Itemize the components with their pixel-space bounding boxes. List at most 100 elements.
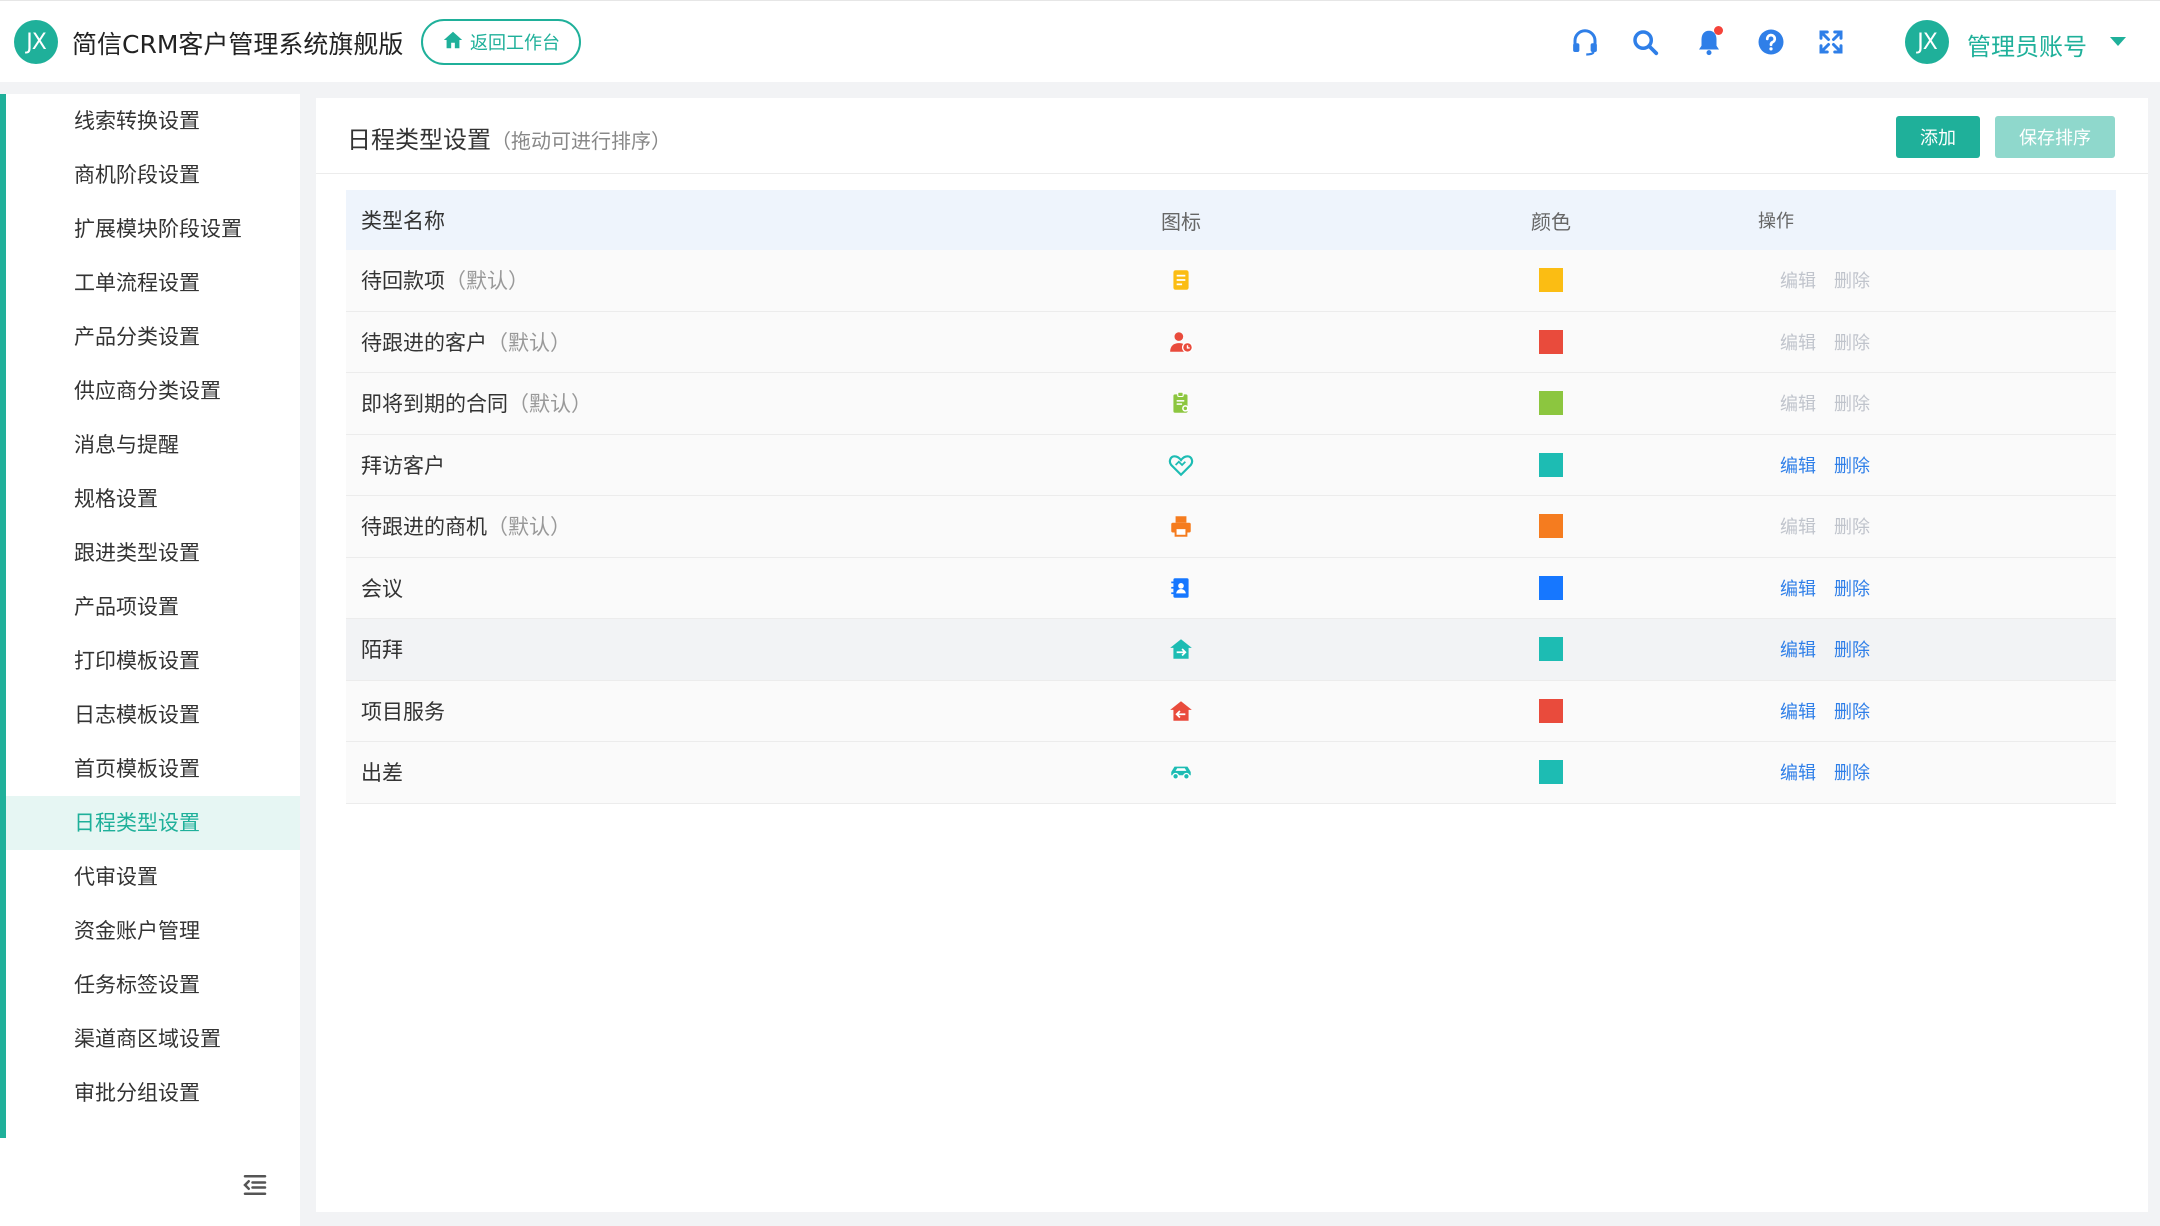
table-row[interactable]: 拜访客户 编辑 删除	[346, 434, 2116, 496]
delete-button[interactable]: 删除	[1834, 329, 1870, 355]
sidebar-item-15[interactable]: 资金账户管理	[6, 904, 300, 958]
sidebar-item-6[interactable]: 消息与提醒	[6, 418, 300, 472]
delete-button[interactable]: 删除	[1834, 513, 1870, 539]
table-row[interactable]: 即将到期的合同（默认） 编辑 删除	[346, 373, 2116, 435]
save-sort-button[interactable]: 保存排序	[1995, 116, 2115, 158]
user-avatar[interactable]: JX	[1905, 20, 1949, 64]
delete-button[interactable]: 删除	[1834, 575, 1870, 601]
header-ops: 操作	[1758, 211, 1794, 232]
edit-button[interactable]: 编辑	[1780, 329, 1816, 355]
edit-button[interactable]: 编辑	[1780, 513, 1816, 539]
type-name-cell: 待跟进的客户（默认）	[346, 327, 996, 357]
type-name-cell: 出差	[346, 757, 996, 787]
table-row[interactable]: 项目服务 编辑 删除	[346, 680, 2116, 742]
edit-button[interactable]: 编辑	[1780, 390, 1816, 416]
color-cell	[1366, 329, 1736, 354]
color-swatch	[1539, 514, 1563, 539]
edit-button[interactable]: 编辑	[1780, 267, 1816, 293]
sidebar-item-11[interactable]: 日志模板设置	[6, 688, 300, 742]
table-header: 类型名称 图标 颜色 操作	[346, 190, 2116, 250]
headset-icon[interactable]	[1570, 27, 1600, 57]
back-to-workbench-button[interactable]: 返回工作台	[421, 19, 581, 65]
ops-cell: 编辑 删除	[1736, 390, 2116, 416]
type-name: 即将到期的合同	[361, 392, 508, 417]
collapse-menu-icon[interactable]	[240, 1170, 270, 1200]
edit-button[interactable]: 编辑	[1780, 636, 1816, 662]
edit-button[interactable]: 编辑	[1780, 759, 1816, 785]
handshake-heart-icon	[1168, 452, 1194, 478]
color-swatch	[1539, 637, 1563, 662]
page-title: 日程类型设置（拖动可进行排序）	[347, 120, 671, 155]
type-name-cell: 拜访客户	[346, 450, 996, 480]
add-button[interactable]: 添加	[1896, 116, 1980, 158]
user-clock-icon	[1168, 329, 1194, 355]
type-name: 陌拜	[361, 638, 403, 663]
type-name: 项目服务	[361, 699, 445, 724]
sidebar-item-8[interactable]: 跟进类型设置	[6, 526, 300, 580]
car-icon	[1168, 759, 1194, 785]
sidebar-item-13[interactable]: 日程类型设置	[6, 796, 300, 850]
color-cell	[1366, 268, 1736, 293]
delete-button[interactable]: 删除	[1834, 636, 1870, 662]
edit-button[interactable]: 编辑	[1780, 575, 1816, 601]
sidebar-item-5[interactable]: 供应商分类设置	[6, 364, 300, 418]
sidebar-item-19[interactable]: 发票内容	[6, 1120, 300, 1134]
sidebar-item-7[interactable]: 规格设置	[6, 472, 300, 526]
sidebar-item-12[interactable]: 首页模板设置	[6, 742, 300, 796]
drag-sort-hint: （拖动可进行排序）	[491, 129, 671, 153]
contact-book-icon	[1168, 575, 1194, 601]
table-row[interactable]: 待回款项（默认） 编辑 删除	[346, 250, 2116, 312]
sidebar-item-18[interactable]: 审批分组设置	[6, 1066, 300, 1120]
delete-button[interactable]: 删除	[1834, 759, 1870, 785]
table-row[interactable]: 待跟进的商机（默认） 编辑 删除	[346, 496, 2116, 558]
edit-button[interactable]: 编辑	[1780, 452, 1816, 478]
delete-button[interactable]: 删除	[1834, 390, 1870, 416]
sidebar-item-10[interactable]: 打印模板设置	[6, 634, 300, 688]
sidebar-item-17[interactable]: 渠道商区域设置	[6, 1012, 300, 1066]
delete-button[interactable]: 删除	[1834, 698, 1870, 724]
header-type-name: 类型名称	[361, 209, 445, 233]
app-title: 简信CRM客户管理系统旗舰版	[72, 30, 404, 59]
delete-button[interactable]: 删除	[1834, 452, 1870, 478]
icon-cell	[996, 513, 1366, 539]
color-swatch	[1539, 575, 1563, 600]
header-color: 颜色	[1531, 209, 1571, 234]
sidebar-item-1[interactable]: 商机阶段设置	[6, 148, 300, 202]
delete-button[interactable]: 删除	[1834, 267, 1870, 293]
search-icon[interactable]	[1630, 27, 1660, 57]
edit-button[interactable]: 编辑	[1780, 698, 1816, 724]
default-tag: （默认）	[445, 269, 529, 294]
help-icon[interactable]	[1756, 27, 1786, 57]
sidebar-item-4[interactable]: 产品分类设置	[6, 310, 300, 364]
icon-cell	[996, 698, 1366, 724]
table-row[interactable]: 陌拜 编辑 删除	[346, 619, 2116, 681]
bell-icon[interactable]	[1694, 26, 1724, 57]
color-swatch	[1539, 268, 1563, 293]
sidebar-item-9[interactable]: 产品项设置	[6, 580, 300, 634]
page-title-text: 日程类型设置	[347, 126, 491, 154]
icon-cell	[996, 575, 1366, 601]
settings-sidebar: 线索转换设置 商机阶段设置 扩展模块阶段设置 工单流程设置 产品分类设置 供应商分类设置消…	[0, 94, 300, 1226]
fullscreen-icon[interactable]	[1816, 27, 1846, 57]
table-row[interactable]: 会议 编辑 删除	[346, 557, 2116, 619]
header-icon: 图标	[1161, 209, 1201, 234]
schedule-type-table: 类型名称 图标 颜色 操作 待回款项（默认） 编辑 删除 待跟进的客户（默认） 编辑 删除…	[346, 190, 2116, 804]
sidebar-item-14[interactable]: 代审设置	[6, 850, 300, 904]
house-service-icon	[1168, 698, 1194, 724]
table-row[interactable]: 出差 编辑 删除	[346, 742, 2116, 804]
type-name: 出差	[361, 761, 403, 786]
user-name[interactable]: 管理员账号	[1967, 27, 2087, 62]
ops-cell: 编辑 删除	[1736, 513, 2116, 539]
sidebar-item-2[interactable]: 扩展模块阶段设置	[6, 202, 300, 256]
printer-icon	[1168, 513, 1194, 539]
icon-cell	[996, 452, 1366, 478]
table-row[interactable]: 待跟进的客户（默认） 编辑 删除	[346, 311, 2116, 373]
sidebar-item-16[interactable]: 任务标签设置	[6, 958, 300, 1012]
type-name: 待回款项	[361, 269, 445, 294]
chevron-down-icon[interactable]	[2110, 37, 2126, 46]
sidebar-item-0[interactable]: 线索转换设置	[6, 94, 300, 148]
icon-cell	[996, 267, 1366, 293]
sidebar-item-3[interactable]: 工单流程设置	[6, 256, 300, 310]
house-visit-icon	[1168, 636, 1194, 662]
app-logo: JX	[14, 20, 58, 64]
